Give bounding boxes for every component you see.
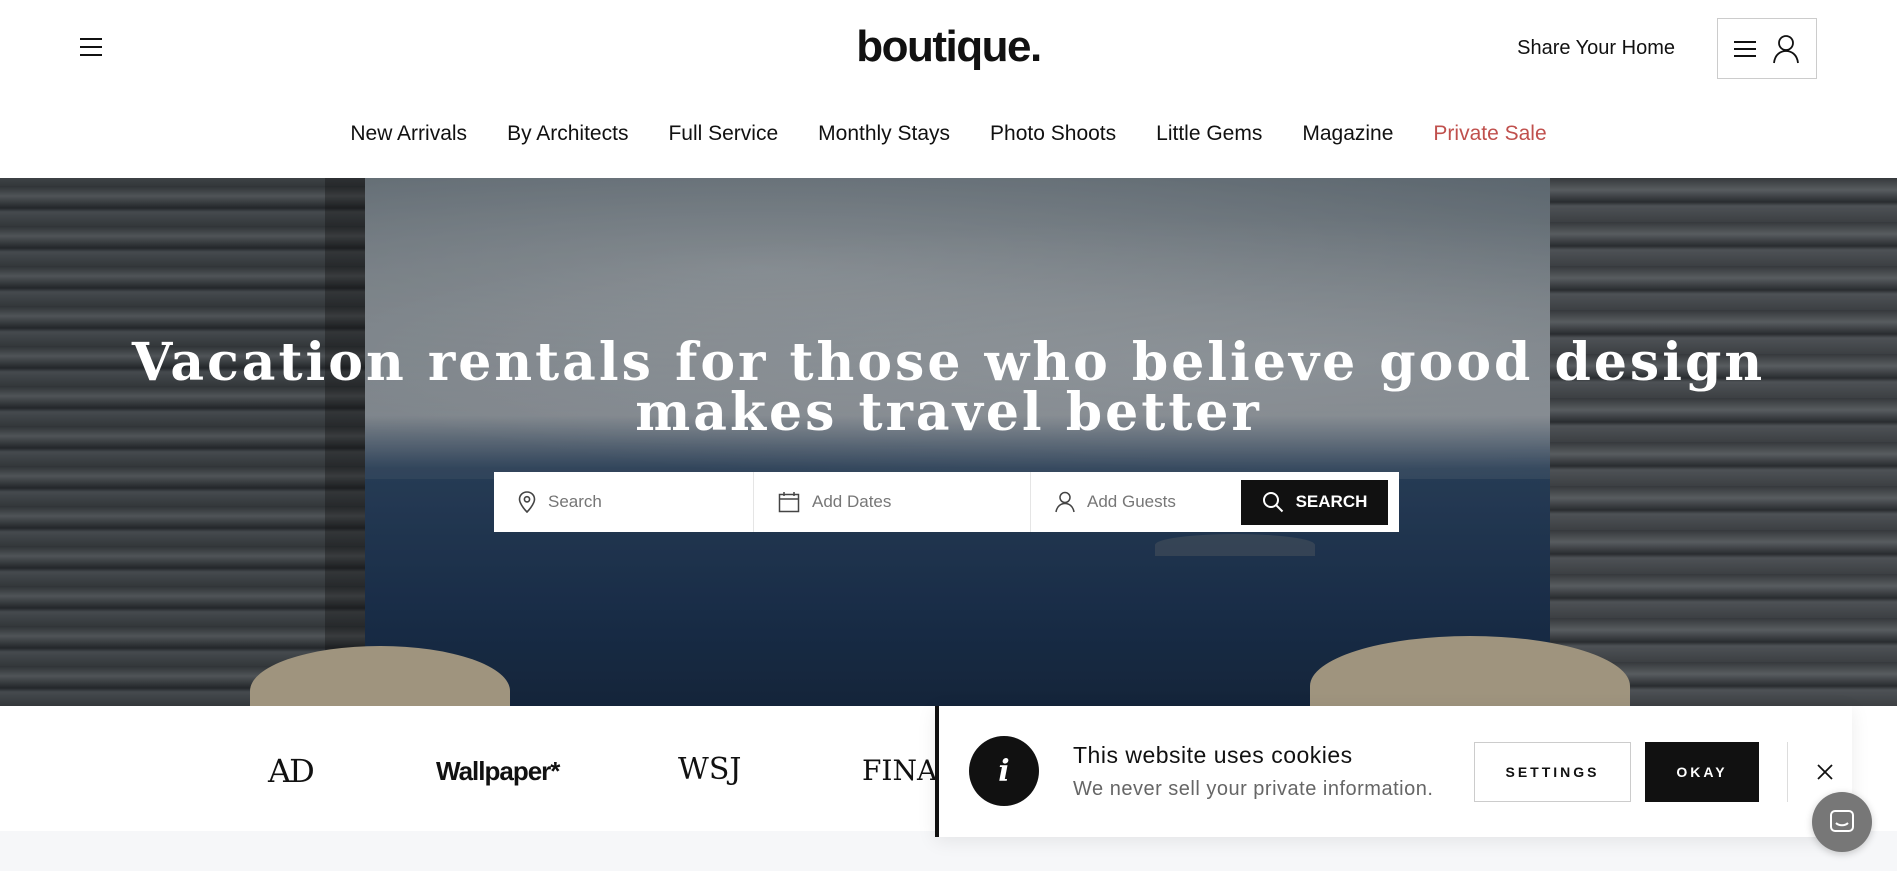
chat-icon [1830,810,1854,832]
nav-photo-shoots[interactable]: Photo Shoots [990,122,1116,146]
dates-field[interactable]: Add Dates [754,472,1031,532]
guests-placeholder: Add Guests [1087,492,1176,511]
nav-magazine[interactable]: Magazine [1302,122,1393,146]
location-field[interactable] [494,472,754,532]
close-icon[interactable] [1815,762,1835,782]
nav-private-sale[interactable]: Private Sale [1433,122,1546,146]
cookie-subtitle: We never sell your private information. [1073,778,1434,800]
cookie-okay-button[interactable]: OKAY [1645,742,1759,802]
share-your-home-link[interactable]: Share Your Home [1517,37,1675,60]
guest-user-icon [1055,491,1075,513]
info-icon: i [969,736,1039,806]
press-logo-wsj: WSJ [678,752,742,787]
search-button[interactable]: SEARCH [1241,479,1388,525]
user-icon [1773,34,1799,63]
search-button-label: SEARCH [1295,492,1368,511]
hero-section: Vacation rentals for those who believe g… [0,178,1897,706]
hamburger-menu-icon[interactable] [80,38,102,58]
site-logo[interactable]: boutique. [856,22,1042,72]
search-bar: Add Dates Add Guests SEARCH [494,472,1399,532]
press-logo-wallpaper: Wallpaper* [436,756,560,786]
guests-field[interactable]: Add Guests [1031,472,1241,532]
cookie-divider [1787,742,1788,802]
location-search-input[interactable] [548,492,728,512]
dates-placeholder: Add Dates [812,492,892,511]
nav-by-architects[interactable]: By Architects [507,122,628,146]
search-icon [1262,492,1283,513]
calendar-icon [778,492,800,513]
hero-title: Vacation rentals for those who believe g… [0,337,1897,439]
cookie-banner: i This website uses cookies We never sel… [935,706,1852,837]
chat-launcher-button[interactable] [1812,792,1872,852]
menu-lines-icon [1734,36,1756,62]
nav-monthly-stays[interactable]: Monthly Stays [818,122,950,146]
press-logo-ad: AD [268,752,315,790]
site-header: boutique. Share Your Home [0,0,1897,96]
press-logo-financial-times: FINA [862,754,938,787]
nav-little-gems[interactable]: Little Gems [1156,122,1262,146]
map-pin-icon [518,491,536,513]
account-menu-button[interactable] [1717,18,1817,79]
hero-title-line-2: makes travel better [635,382,1262,443]
cookie-settings-button[interactable]: SETTINGS [1474,742,1631,802]
nav-new-arrivals[interactable]: New Arrivals [350,122,467,146]
cookie-title: This website uses cookies [1073,742,1353,768]
bottom-strip [0,831,1897,871]
main-navigation: New Arrivals By Architects Full Service … [0,122,1897,146]
nav-full-service[interactable]: Full Service [668,122,778,146]
